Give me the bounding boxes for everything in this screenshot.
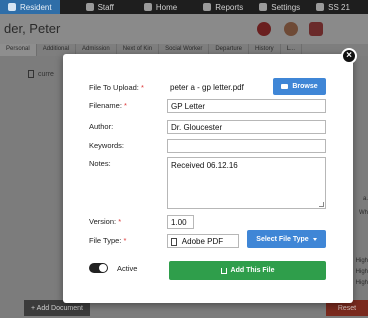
document-label: curre [38,70,54,78]
reports-icon [203,3,212,11]
upload-icon [220,267,227,274]
side-text: Wh [359,210,368,216]
file-to-upload-value: peter a - gp letter.pdf [167,81,264,95]
nav-label: Resident [20,2,52,12]
notes-label: Notes: [89,159,111,168]
alert-icon[interactable] [257,22,271,36]
keywords-input[interactable] [167,139,326,153]
nav-reports[interactable]: Reports [195,0,251,14]
label-text: Active [117,264,138,273]
tab-personal[interactable]: Personal [0,44,37,56]
gear-icon [259,3,268,11]
person-icon[interactable] [284,22,298,36]
filename-input[interactable]: GP Letter [167,99,326,113]
user-icon [8,3,16,11]
label-text: File Type: [89,236,122,245]
active-toggle[interactable] [89,263,108,273]
toggle-knob [99,264,107,272]
nav-label: Home [155,2,178,12]
side-text: High [355,269,368,275]
label-text: File To Upload: [89,83,139,92]
select-file-type-button[interactable]: Select File Type [247,230,326,248]
required-mark: * [140,83,144,92]
document-icon [28,70,34,78]
nav-home[interactable]: Home [136,0,185,14]
author-input[interactable]: Dr. Gloucester [167,120,326,134]
document-row[interactable]: curre [28,70,54,78]
nav-label: SS 21 [328,2,350,12]
resident-name: der, Peter [4,21,61,36]
file-to-upload-label: File To Upload: * [89,83,144,92]
folder-icon [281,84,289,89]
file-type-value: Adobe PDF [181,237,224,246]
side-text: High [355,258,368,264]
filename-label: Filename: * [89,101,127,110]
nav-label: Reports [215,2,244,12]
required-mark: * [118,217,122,226]
nav-staff[interactable]: Staff [78,0,122,14]
label-text: Notes: [89,159,111,168]
side-text: High [355,280,368,286]
select-file-type-label: Select File Type [256,235,309,243]
staff-icon [85,3,94,11]
clock-icon [316,3,325,11]
nav-clock[interactable]: SS 21 [308,0,358,14]
nav-resident[interactable]: Resident [0,0,60,14]
close-icon[interactable]: × [341,48,357,64]
version-label: Version: * [89,217,121,226]
side-text: a. [362,196,368,202]
label-text: Keywords: [89,141,125,150]
nav-label: Staff [97,2,114,12]
nav-settings[interactable]: Settings [251,0,308,14]
top-navigation: Resident Staff Home Reports Settings SS … [0,0,368,14]
resize-handle-icon[interactable] [319,202,324,207]
resident-header: der, Peter [0,14,368,48]
browse-button[interactable]: Browse [273,78,326,95]
file-type-label: File Type: * [89,236,126,245]
label-text: Filename: [89,101,122,110]
notes-textarea[interactable]: Received 06.12.16 [167,157,326,209]
active-label: Active [117,264,137,273]
version-input[interactable]: 1.00 [167,215,194,229]
heart-icon[interactable] [309,22,323,36]
keywords-label: Keywords: [89,141,124,150]
label-text: Author: [89,122,114,131]
label-text: Version: [89,217,117,226]
required-mark: * [124,101,127,110]
add-file-label: Add This File [230,267,275,274]
required-mark: * [123,236,127,245]
author-label: Author: [89,122,113,131]
add-file-button[interactable]: Add This File [169,261,326,280]
pdf-icon [171,237,177,246]
file-type-display: Adobe PDF [167,234,239,248]
nav-label: Settings [271,2,301,12]
home-icon [143,3,152,11]
caret-down-icon [312,237,317,241]
notes-text: Received 06.12.16 [171,161,238,170]
browse-label: Browse [292,83,318,90]
